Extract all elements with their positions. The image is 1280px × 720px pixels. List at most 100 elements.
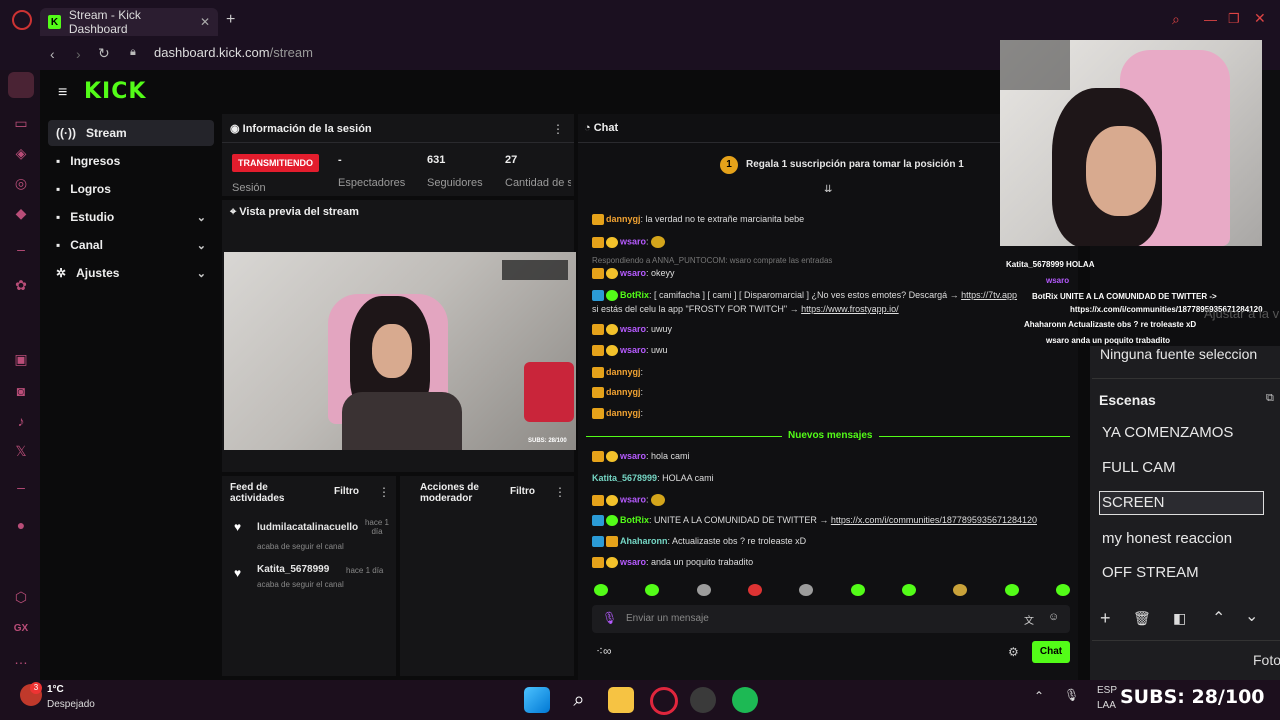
tray-mic-icon[interactable]: 🎙︎ <box>1064 688 1079 702</box>
windows-taskbar <box>0 680 1280 720</box>
aria-icon[interactable]: ◈ <box>12 144 30 162</box>
x-twitter-icon[interactable]: 𝕏 <box>12 442 30 460</box>
chatgpt-icon[interactable]: ✿ <box>12 276 30 294</box>
divider <box>1092 640 1280 641</box>
shield-icon[interactable]: ⬡ <box>12 588 30 606</box>
emote-icon[interactable] <box>1004 584 1019 596</box>
heart-icon: ♥ <box>234 520 242 534</box>
emote-icon[interactable] <box>953 584 968 596</box>
activity-title: Feed de actividades <box>230 482 310 504</box>
translate-icon[interactable]: 文 <box>1024 612 1034 627</box>
settings-gear-icon[interactable]: ⚙ <box>1008 645 1019 659</box>
new-tab-button[interactable]: + <box>226 11 235 29</box>
reload-icon[interactable]: ↻ <box>98 45 110 62</box>
mod-filter-button[interactable]: Filtro <box>510 486 535 497</box>
activity-filter-button[interactable]: Filtro <box>334 486 359 497</box>
scene-item[interactable]: FULL CAM <box>1102 459 1176 476</box>
nav-item-ajustes[interactable]: ✲ Ajustes ⌄ <box>48 260 214 286</box>
followers-label: Seguidores <box>427 177 483 189</box>
chat-link[interactable]: https://7tv.app <box>961 290 1017 300</box>
kebab-menu-icon[interactable]: ⋮ <box>554 485 566 499</box>
instagram-icon[interactable]: ◙ <box>12 382 30 400</box>
emote-icon[interactable] <box>799 584 814 596</box>
infinity-icon[interactable]: ⁖∞ <box>596 644 612 658</box>
scroll-down-icon[interactable]: ⇊ <box>824 184 832 195</box>
chat-title: ◔ Chat <box>584 122 618 134</box>
tab-close-icon[interactable]: ✕ <box>200 15 210 29</box>
emote-icon[interactable] <box>696 584 711 596</box>
chat-message: dannygj: la verdad no te extrañe marcian… <box>592 214 804 226</box>
scene-item[interactable]: my honest reaccion <box>1102 530 1232 547</box>
menu-icon[interactable]: ≡ <box>58 84 67 102</box>
emote-icon[interactable] <box>1055 584 1070 596</box>
emote-icon[interactable] <box>850 584 865 596</box>
language-indicator[interactable]: ESP <box>1097 685 1117 696</box>
chat-link[interactable]: https://x.com/i/communities/187789593567… <box>831 515 1037 525</box>
scene-item[interactable]: SCREEN <box>1102 494 1165 511</box>
nav-item-canal[interactable]: ▪ Canal ⌄ <box>48 232 214 258</box>
send-chat-button[interactable]: Chat <box>1032 641 1070 663</box>
move-down-icon[interactable]: ⌄ <box>1245 606 1258 626</box>
emoji-icon[interactable]: ☺ <box>1048 611 1059 623</box>
emote-icon[interactable] <box>594 584 608 596</box>
nav-item-logros[interactable]: ▪ Logros <box>48 176 214 202</box>
opera-gx-icon[interactable] <box>650 687 678 715</box>
home-icon[interactable] <box>8 72 34 98</box>
chat-link[interactable]: https://www.frostyapp.io/ <box>801 304 899 314</box>
messenger-icon[interactable]: ▭ <box>12 114 30 132</box>
spotify-icon[interactable] <box>732 687 758 713</box>
obs-icon[interactable] <box>690 687 716 713</box>
kebab-menu-icon[interactable]: ⋮ <box>378 485 390 499</box>
search-icon[interactable]: ⌕ <box>566 687 592 713</box>
tiktok-icon[interactable]: ♪ <box>12 412 30 430</box>
nav-item-stream[interactable]: ((·)) Stream <box>48 120 214 146</box>
activity-action: acaba de seguir el canal <box>257 580 344 589</box>
back-icon[interactable]: ‹ <box>50 46 55 62</box>
close-window-icon[interactable]: ✕ <box>1254 10 1266 27</box>
stream-preview-video[interactable]: SUBS: 28/100 <box>224 252 576 450</box>
add-scene-icon[interactable]: + <box>1100 608 1111 629</box>
activity-user[interactable]: Katita_5678999 <box>257 564 329 575</box>
tray-chevron-icon[interactable]: ⌃ <box>1034 689 1044 703</box>
divider <box>1092 378 1280 379</box>
file-explorer-icon[interactable] <box>608 687 634 713</box>
opera-logo-icon[interactable] <box>12 10 32 30</box>
forward-icon[interactable]: › <box>76 46 81 62</box>
emote-icon[interactable] <box>645 584 660 596</box>
nav-item-ingresos[interactable]: ▪ Ingresos <box>48 148 214 174</box>
emote-icon[interactable] <box>901 584 916 596</box>
maximize-icon[interactable]: ❐ <box>1228 11 1240 27</box>
crypto-icon[interactable]: ◎ <box>12 174 30 192</box>
dark-object <box>1000 40 1070 90</box>
pinned-gift-text[interactable]: Regala 1 suscripción para tomar la posic… <box>746 159 964 170</box>
scene-item[interactable]: YA COMENZAMOS <box>1102 424 1233 441</box>
reply-note: Respondiendo a ANNA_PUNTOCOM: wsaro comp… <box>592 256 833 265</box>
nav-item-estudio[interactable]: ▪ Estudio ⌄ <box>48 204 214 230</box>
url-field[interactable]: dashboard.kick.com/stream <box>154 45 313 60</box>
dock-icon[interactable]: ⧉ <box>1266 392 1274 405</box>
opera-sidebar: ▭ ◈ ◎ ◆ – ✿ ▣ ◙ ♪ 𝕏 – ● ⬡ GX … <box>0 70 40 680</box>
chat-input[interactable]: Enviar un mensaje <box>626 613 709 624</box>
music-icon[interactable]: ● <box>12 516 30 534</box>
browser-tab[interactable]: K Stream - Kick Dashboard ✕ <box>40 8 218 36</box>
delete-scene-icon[interactable]: 🗑︎ <box>1133 610 1151 627</box>
microphone-icon[interactable]: 🎙︎ <box>602 611 617 625</box>
kick-logo[interactable]: KICK <box>84 79 146 104</box>
more-icon[interactable]: … <box>12 650 30 668</box>
emote-icon[interactable] <box>747 584 762 596</box>
chat-message: dannygj: <box>592 387 643 399</box>
minimize-icon[interactable]: — <box>1204 12 1217 27</box>
twitch-icon[interactable]: ▣ <box>12 350 30 368</box>
windows-start-icon[interactable] <box>524 687 550 713</box>
filter-scene-icon[interactable]: ◧ <box>1173 610 1186 627</box>
scene-item[interactable]: OFF STREAM <box>1102 564 1199 581</box>
activity-user[interactable]: ludmilacatalinacuello <box>257 522 358 533</box>
search-icon[interactable]: ⌕ <box>1172 11 1180 28</box>
cube-icon[interactable]: ◆ <box>12 204 30 222</box>
kebab-menu-icon[interactable]: ⋮ <box>552 122 564 136</box>
overlay-chat-line: Katita_5678999 HOLAA <box>1006 260 1095 269</box>
move-up-icon[interactable]: ⌃ <box>1212 608 1225 628</box>
chat-input-box[interactable]: 🎙︎ Enviar un mensaje 文 ☺ <box>592 605 1070 633</box>
dashboard-nav: ((·)) Stream ▪ Ingresos ▪ Logros ▪ Estudio ⌄ … <box>48 116 214 296</box>
gx-icon[interactable]: GX <box>12 620 30 638</box>
